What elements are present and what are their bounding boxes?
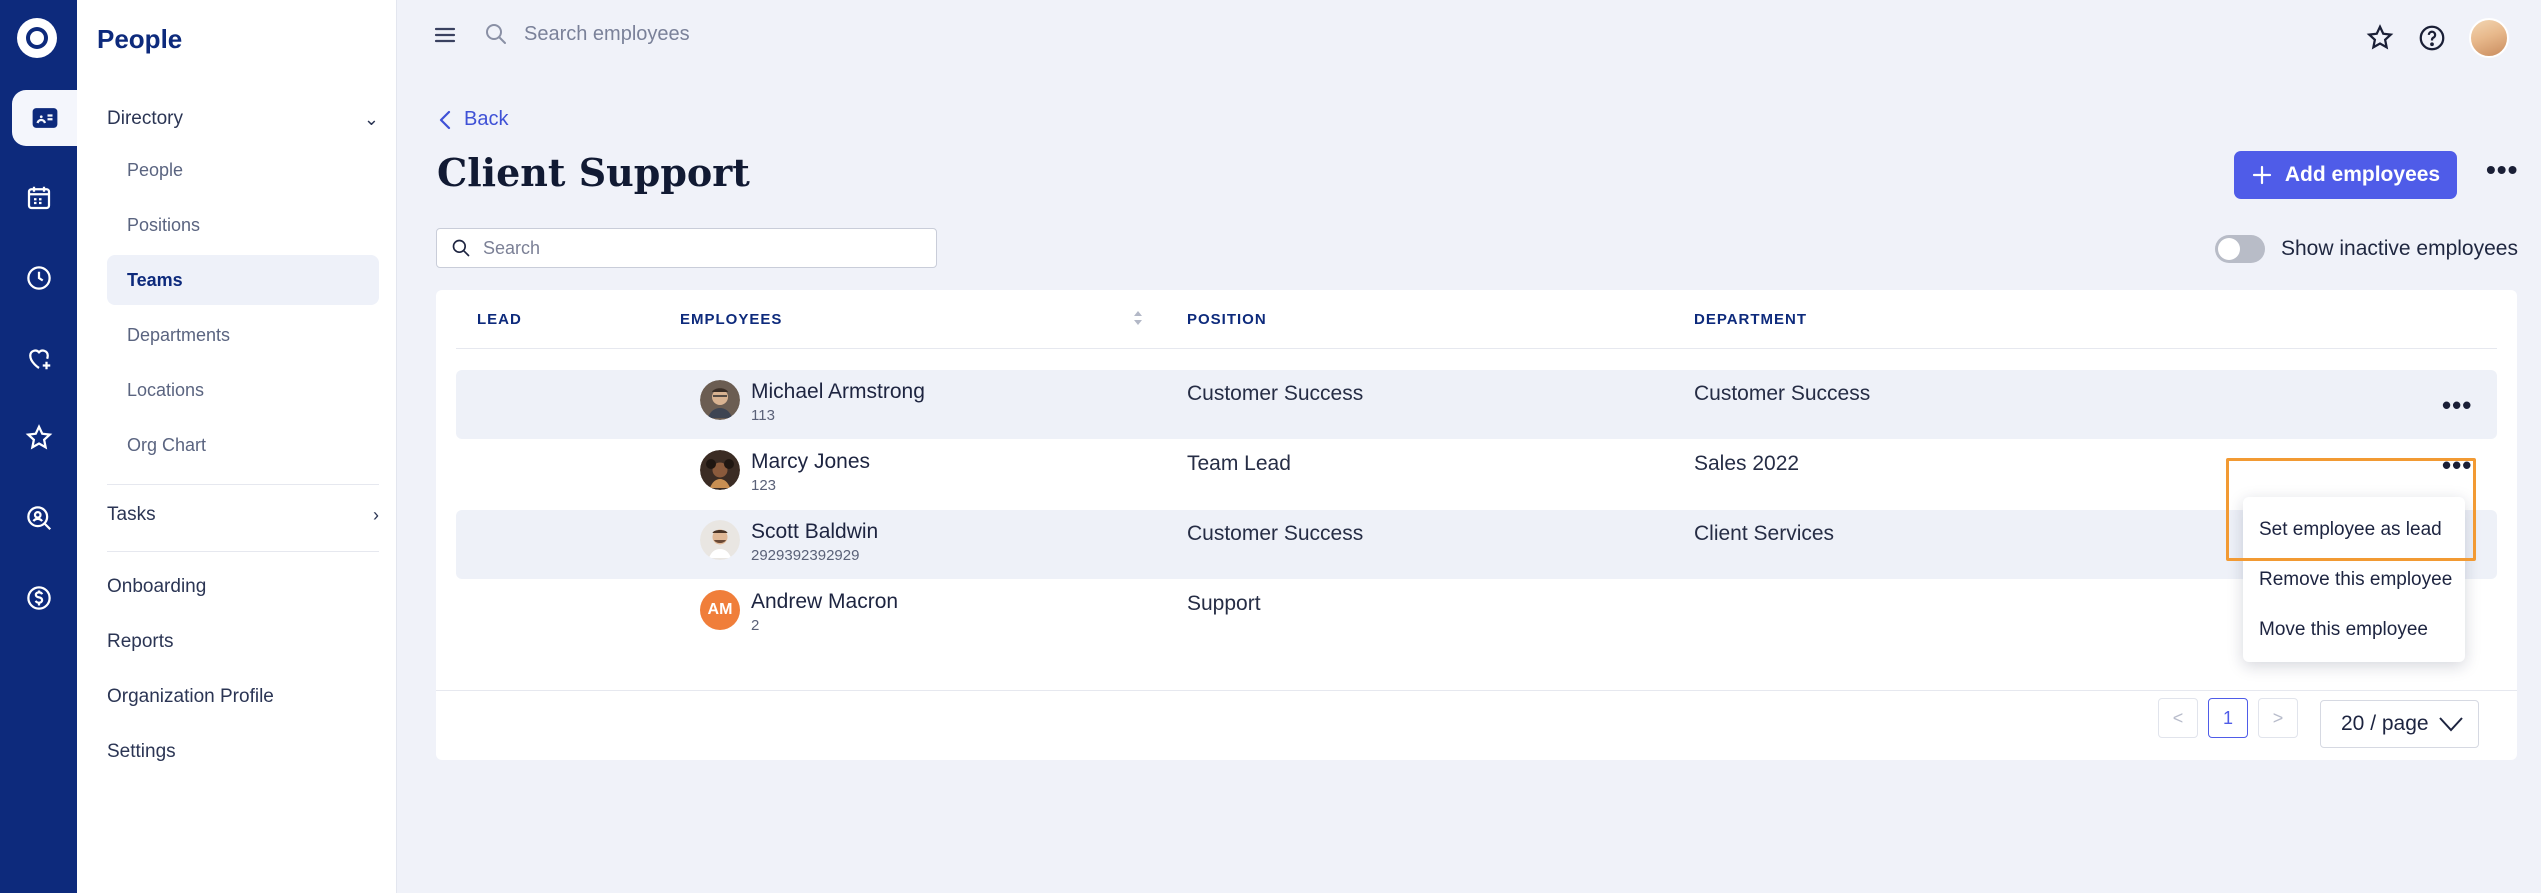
help-icon[interactable] [2417,23,2447,53]
nav-onboarding[interactable]: Onboarding [107,576,379,598]
nav-organization-profile[interactable]: Organization Profile [107,686,379,708]
next-page-button[interactable]: > [2258,698,2298,738]
employee-initials-avatar: AM [700,590,740,630]
search-person-icon[interactable] [0,490,77,546]
search-employees-input[interactable] [524,22,924,46]
divider [456,348,2497,349]
table-row[interactable]: Marcy Jones 123 Team Lead Sales 2022 ••• [456,440,2497,509]
position-cell: Customer Success [1187,382,1364,405]
row-actions-menu: Set employee as lead Remove this employe… [2243,497,2465,662]
employee-avatar [700,450,740,490]
employee-id: 113 [751,407,775,424]
nav-tasks[interactable]: Tasks › [107,504,379,526]
employee-cell: Scott Baldwin 2929392392929 [700,520,878,566]
page-title: Client Support [437,150,750,195]
nav-item-org-chart[interactable]: Org Chart [107,420,379,470]
position-cell: Customer Success [1187,522,1364,545]
prev-page-button[interactable]: < [2158,698,2198,738]
divider [107,551,379,552]
hamburger-menu-icon[interactable] [434,24,456,46]
back-label: Back [464,108,509,130]
app-title: People [97,24,183,54]
nav-item-teams[interactable]: Teams [107,255,379,305]
more-options-icon[interactable]: ••• [2486,156,2518,184]
employee-name[interactable]: Andrew Macron [751,590,898,614]
nav-tasks-label: Tasks [107,504,156,525]
employee-cell: AM Andrew Macron 2 [700,590,898,636]
menu-item-remove-employee[interactable]: Remove this employee [2243,555,2465,605]
calendar-icon[interactable] [0,170,77,226]
user-avatar[interactable] [2469,18,2509,58]
employee-avatar [700,380,740,420]
clock-icon[interactable] [0,250,77,306]
table-row[interactable]: Scott Baldwin 2929392392929 Customer Suc… [456,510,2497,579]
nav-item-locations[interactable]: Locations [107,365,379,415]
table-row[interactable]: Michael Armstrong 113 Customer Success C… [456,370,2497,439]
employee-name[interactable]: Marcy Jones [751,450,870,474]
employee-id: 2929392392929 [751,547,860,564]
icon-rail [0,0,77,893]
employee-id: 2 [751,617,760,634]
id-card-icon[interactable] [12,90,77,146]
add-employees-label: Add employees [2284,163,2441,186]
column-header-position[interactable]: POSITION [1187,311,1267,328]
chevron-left-icon [439,110,451,129]
team-table: LEAD EMPLOYEES POSITION DEPARTMENT Micha… [436,290,2517,760]
chevron-down-icon: ⌄ [363,108,379,129]
sort-icon[interactable] [1132,308,1144,328]
column-header-lead[interactable]: LEAD [477,311,522,328]
add-employees-button[interactable]: Add employees [2234,151,2457,199]
show-inactive-toggle-group: Show inactive employees [2215,235,2518,263]
department-cell: Customer Success [1694,382,1871,405]
employee-avatar [700,520,740,560]
star-icon[interactable] [0,410,77,466]
employee-name[interactable]: Michael Armstrong [751,380,925,404]
dollar-icon[interactable] [0,570,77,626]
page-size-select[interactable]: 20 / page [2320,700,2479,748]
nav-directory[interactable]: Directory ⌄ [107,108,379,130]
department-cell: Sales 2022 [1694,452,1800,475]
employee-name[interactable]: Scott Baldwin [751,520,878,544]
employee-cell: Marcy Jones 123 [700,450,870,496]
team-search[interactable] [436,228,937,268]
table-row[interactable]: AM Andrew Macron 2 Support [456,580,2497,649]
nav-item-departments[interactable]: Departments [107,310,379,360]
position-cell: Team Lead [1187,452,1291,475]
chevron-down-icon [2439,717,2463,732]
nav-directory-label: Directory [107,108,184,129]
heart-plus-icon[interactable] [0,330,77,386]
menu-item-set-lead[interactable]: Set employee as lead [2243,505,2465,555]
employee-cell: Michael Armstrong 113 [700,380,925,426]
star-icon[interactable] [2365,23,2395,53]
top-actions [2365,18,2509,58]
search-icon [452,239,470,257]
show-inactive-toggle[interactable] [2215,235,2265,263]
department-cell: Client Services [1694,522,1835,545]
nav-item-people[interactable]: People [107,145,379,195]
nav-item-positions[interactable]: Positions [107,200,379,250]
page-size-value: 20 / page [2341,712,2429,735]
chevron-right-icon: › [373,504,379,525]
show-inactive-label: Show inactive employees [2281,237,2518,260]
back-link[interactable]: Back [438,108,508,131]
plus-icon [2252,165,2271,185]
row-more-options-icon[interactable]: ••• [2442,392,2472,418]
divider [436,690,2517,691]
team-search-input[interactable] [483,237,923,259]
nav-reports[interactable]: Reports [107,631,379,653]
menu-item-move-employee[interactable]: Move this employee [2243,605,2465,655]
column-header-employees[interactable]: EMPLOYEES [680,311,782,328]
employee-id: 123 [751,477,777,494]
page-1-button[interactable]: 1 [2208,698,2248,738]
row-more-options-icon[interactable]: ••• [2442,452,2472,478]
position-cell: Support [1187,592,1261,615]
column-header-department[interactable]: DEPARTMENT [1694,311,1807,328]
app-logo-icon[interactable] [17,18,57,58]
global-search[interactable] [484,22,924,46]
nav-settings[interactable]: Settings [107,741,379,763]
side-navigation: People Directory ⌄ People Positions Team… [77,0,397,893]
search-icon [486,24,506,44]
divider [107,484,379,485]
